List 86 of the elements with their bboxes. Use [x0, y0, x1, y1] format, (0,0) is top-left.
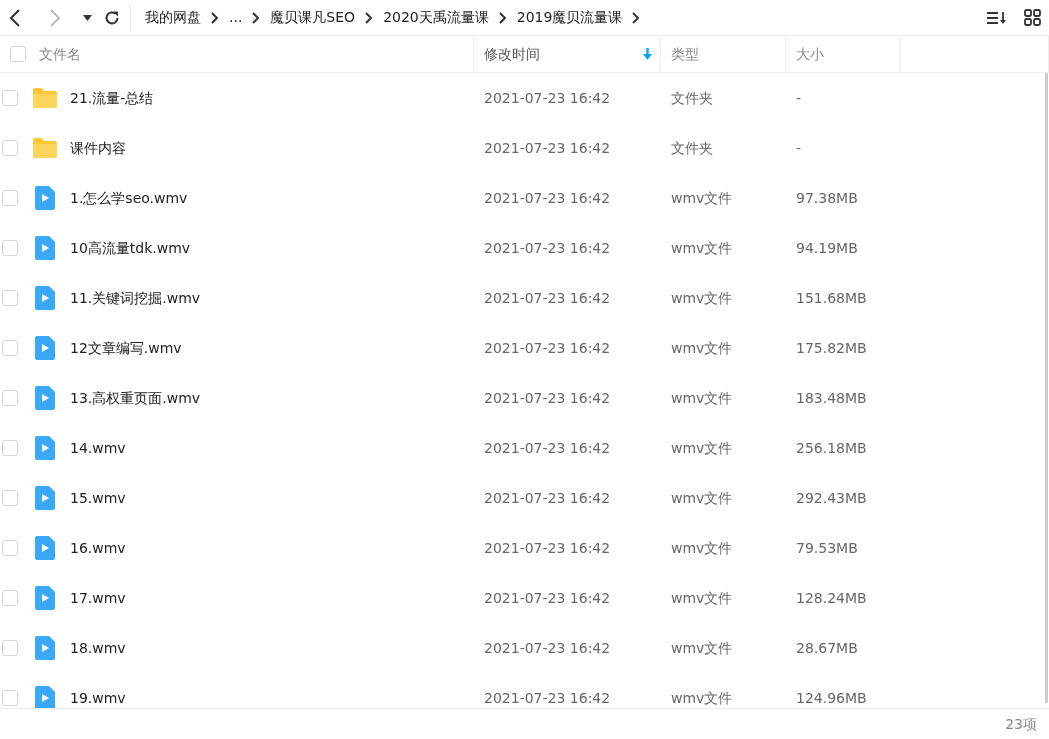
file-type: wmv文件: [670, 438, 733, 458]
file-type: wmv文件: [670, 338, 733, 358]
file-type: wmv文件: [670, 488, 733, 508]
file-type: wmv文件: [670, 538, 733, 558]
row-checkbox[interactable]: [2, 290, 18, 306]
scrollbar[interactable]: [1045, 73, 1048, 703]
modified-time: 2021-07-23 16:42: [483, 588, 611, 608]
row-checkbox[interactable]: [2, 190, 18, 206]
file-size: 97.38MB: [795, 188, 858, 208]
file-size: 151.68MB: [795, 288, 867, 308]
file-size: -: [795, 88, 802, 108]
modified-time: 2021-07-23 16:42: [483, 438, 611, 458]
file-type: wmv文件: [670, 638, 733, 658]
chevron-icon: [498, 11, 507, 24]
file-name[interactable]: 19.wmv: [70, 687, 126, 708]
row-checkbox[interactable]: [2, 540, 18, 556]
chevron-icon: [632, 11, 641, 24]
file-name[interactable]: 13.高权重页面.wmv: [70, 387, 201, 409]
chevron-icon: [252, 11, 261, 24]
row-checkbox[interactable]: [2, 440, 18, 456]
file-type: wmv文件: [670, 238, 733, 258]
chevron-icon: [211, 11, 219, 24]
file-name[interactable]: 17.wmv: [70, 587, 126, 609]
file-name[interactable]: 12文章编写.wmv: [70, 337, 182, 359]
file-name[interactable]: 课件内容: [70, 137, 126, 159]
breadcrumb-link[interactable]: 2019魔贝流量课: [516, 7, 623, 28]
file-type: wmv文件: [670, 688, 733, 708]
row-checkbox[interactable]: [2, 390, 18, 406]
breadcrumb-link[interactable]: ...: [229, 7, 243, 28]
file-name[interactable]: 21.流量-总结: [70, 87, 154, 109]
file-type: wmv文件: [670, 588, 733, 608]
modified-time: 2021-07-23 16:42: [483, 388, 611, 408]
file-name[interactable]: 15.wmv: [70, 487, 126, 509]
chevron-icon: [365, 11, 374, 24]
column-header[interactable]: 文件名: [39, 43, 81, 65]
row-checkbox[interactable]: [2, 640, 18, 656]
file-type: 文件夹: [670, 88, 713, 108]
file-type: wmv文件: [670, 288, 733, 308]
modified-time: 2021-07-23 16:42: [483, 188, 611, 208]
row-checkbox[interactable]: [2, 340, 18, 356]
file-size: 79.53MB: [795, 538, 858, 558]
file-name[interactable]: 14.wmv: [70, 437, 126, 459]
breadcrumb-link[interactable]: 我的网盘: [145, 7, 201, 28]
column-header[interactable]: 类型: [671, 43, 699, 65]
column-header[interactable]: 大小: [796, 43, 824, 65]
modified-time: 2021-07-23 16:42: [483, 288, 611, 308]
file-name[interactable]: 18.wmv: [70, 637, 126, 659]
file-size: 128.24MB: [795, 588, 867, 608]
item-count: 23项: [1005, 714, 1037, 734]
file-type: wmv文件: [670, 388, 733, 408]
file-size: 94.19MB: [795, 238, 858, 258]
modified-time: 2021-07-23 16:42: [483, 488, 611, 508]
file-name[interactable]: 11.关键词挖掘.wmv: [70, 287, 201, 309]
modified-time: 2021-07-23 16:42: [483, 638, 611, 658]
row-checkbox[interactable]: [2, 90, 18, 106]
row-checkbox[interactable]: [2, 240, 18, 256]
sort-arrow-icon: [643, 48, 652, 60]
file-size: -: [795, 138, 802, 158]
grid-view-button[interactable]: [1024, 9, 1041, 26]
row-checkbox[interactable]: [2, 590, 18, 606]
file-type: 文件夹: [670, 138, 713, 158]
select-all-checkbox[interactable]: [10, 46, 26, 62]
file-type: wmv文件: [670, 188, 733, 208]
modified-time: 2021-07-23 16:42: [483, 88, 611, 108]
breadcrumb-link[interactable]: 2020天禹流量课: [383, 7, 489, 28]
column-header[interactable]: 修改时间: [484, 43, 540, 65]
file-name[interactable]: 1.怎么学seo.wmv: [70, 187, 188, 209]
sort-button[interactable]: [986, 9, 1008, 26]
dropdown-button[interactable]: [80, 14, 94, 21]
modified-time: 2021-07-23 16:42: [483, 688, 611, 708]
file-size: 175.82MB: [795, 338, 867, 358]
file-size: 124.96MB: [795, 688, 867, 708]
breadcrumb-link[interactable]: 魔贝课凡SEO: [270, 7, 356, 28]
file-size: 28.67MB: [795, 638, 858, 658]
modified-time: 2021-07-23 16:42: [483, 338, 611, 358]
row-checkbox[interactable]: [2, 690, 18, 706]
modified-time: 2021-07-23 16:42: [483, 238, 611, 258]
file-name[interactable]: 16.wmv: [70, 537, 126, 559]
row-checkbox[interactable]: [2, 140, 18, 156]
file-name[interactable]: 10高流量tdk.wmv: [70, 237, 191, 259]
file-size: 183.48MB: [795, 388, 867, 408]
modified-time: 2021-07-23 16:42: [483, 538, 611, 558]
file-size: 292.43MB: [795, 488, 867, 508]
row-checkbox[interactable]: [2, 490, 18, 506]
modified-time: 2021-07-23 16:42: [483, 138, 611, 158]
file-size: 256.18MB: [795, 438, 867, 458]
